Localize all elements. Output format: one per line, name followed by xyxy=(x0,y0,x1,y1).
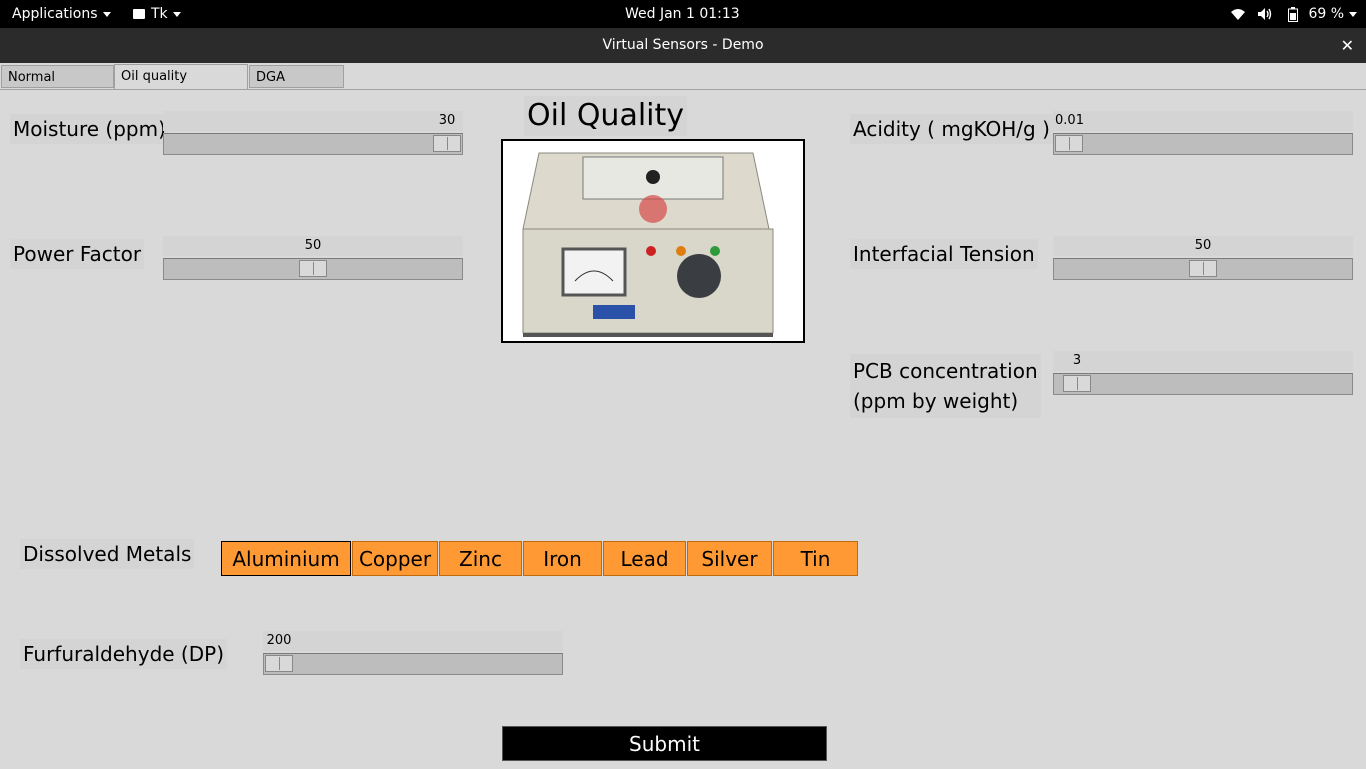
pcb-label-line2: (ppm by weight) xyxy=(853,389,1019,413)
furfuraldehyde-slider-handle[interactable] xyxy=(265,655,293,672)
close-icon[interactable]: ✕ xyxy=(1341,28,1354,63)
acidity-trough[interactable] xyxy=(1053,133,1353,155)
oil-test-set-image xyxy=(501,139,805,343)
volume-icon[interactable] xyxy=(1257,0,1273,28)
pcb-scale[interactable]: 3 xyxy=(1053,351,1353,395)
power-factor-trough[interactable] xyxy=(163,258,463,280)
metal-button-tin[interactable]: Tin xyxy=(773,541,858,576)
power-factor-slider-handle[interactable] xyxy=(299,260,327,277)
clock[interactable]: Wed Jan 1 01:13 xyxy=(625,0,740,28)
acidity-label: Acidity ( mgKOH/g ) xyxy=(850,114,1053,144)
battery-icon xyxy=(1288,6,1298,22)
page-title: Oil Quality xyxy=(524,96,688,136)
interfacial-tension-label: Interfacial Tension xyxy=(850,239,1038,269)
power-factor-scale[interactable]: 50 xyxy=(163,236,463,280)
tab-dga-sensors[interactable]: DGA sensors xyxy=(249,65,344,108)
power-factor-value-strip: 50 xyxy=(163,236,463,256)
pcb-slider-handle[interactable] xyxy=(1063,375,1092,392)
chevron-down-icon xyxy=(102,11,111,17)
moisture-value: 30 xyxy=(438,113,456,128)
system-top-bar: Applications Tk Wed Jan 1 01:13 69 % xyxy=(0,0,1366,28)
tab-normal-sensors[interactable]: Normal Sensors xyxy=(1,65,114,108)
furfuraldehyde-label: Furfuraldehyde (DP) xyxy=(20,639,227,669)
window-icon xyxy=(133,9,145,19)
power-factor-label: Power Factor xyxy=(10,239,145,269)
wifi-icon[interactable] xyxy=(1230,0,1246,28)
chevron-down-icon xyxy=(1349,11,1358,17)
interfacial-tension-value-strip: 50 xyxy=(1053,236,1353,256)
metal-button-copper[interactable]: Copper xyxy=(352,541,438,576)
interfacial-tension-trough[interactable] xyxy=(1053,258,1353,280)
moisture-slider-handle[interactable] xyxy=(433,135,461,152)
metal-button-lead[interactable]: Lead xyxy=(603,541,686,576)
pcb-value-strip: 3 xyxy=(1053,351,1353,371)
battery-percentage: 69 % xyxy=(1308,6,1345,22)
acidity-value: 0.01 xyxy=(1055,113,1084,128)
interfacial-tension-value: 50 xyxy=(1194,238,1212,253)
metal-button-zinc[interactable]: Zinc xyxy=(439,541,522,576)
submit-button[interactable]: Submit xyxy=(502,726,827,761)
app-menu-label: Tk xyxy=(151,6,168,22)
moisture-value-strip: 30 xyxy=(163,111,463,131)
applications-menu-label: Applications xyxy=(12,6,98,22)
pcb-trough[interactable] xyxy=(1053,373,1353,395)
interfacial-tension-scale[interactable]: 50 xyxy=(1053,236,1353,280)
furfuraldehyde-value-strip: 200 xyxy=(263,631,563,651)
applications-menu[interactable]: Applications xyxy=(12,0,111,28)
interfacial-tension-slider-handle[interactable] xyxy=(1189,260,1217,277)
tab-oil-quality-sensors[interactable]: Oil quality Sensors xyxy=(114,64,248,107)
metal-button-silver[interactable]: Silver xyxy=(687,541,772,576)
pcb-value: 3 xyxy=(1072,353,1082,368)
pcb-label-line1: PCB concentration xyxy=(853,359,1038,383)
dissolved-metals-label: Dissolved Metals xyxy=(20,539,195,569)
moisture-label: Moisture (ppm) xyxy=(10,114,169,144)
acidity-scale[interactable]: 0.01 xyxy=(1053,111,1353,155)
furfuraldehyde-value: 200 xyxy=(266,633,292,648)
power-factor-value: 50 xyxy=(304,238,322,253)
metal-button-iron[interactable]: Iron xyxy=(523,541,602,576)
pcb-label: PCB concentration (ppm by weight) xyxy=(850,354,1041,418)
app-menu[interactable]: Tk xyxy=(133,0,181,28)
furfuraldehyde-trough[interactable] xyxy=(263,653,563,675)
acidity-value-strip: 0.01 xyxy=(1053,111,1353,131)
moisture-trough[interactable] xyxy=(163,133,463,155)
chevron-down-icon xyxy=(172,11,181,17)
acidity-slider-handle[interactable] xyxy=(1055,135,1083,152)
furfuraldehyde-scale[interactable]: 200 xyxy=(263,631,563,675)
moisture-scale[interactable]: 30 xyxy=(163,111,463,155)
tab-bar: Normal Sensors Oil quality Sensors DGA s… xyxy=(0,63,1366,108)
window-title: Virtual Sensors - Demo xyxy=(602,37,764,53)
metal-button-aluminium[interactable]: Aluminium xyxy=(221,541,351,576)
window-titlebar: Virtual Sensors - Demo ✕ xyxy=(0,28,1366,63)
battery-indicator[interactable]: 69 % xyxy=(1288,0,1358,28)
